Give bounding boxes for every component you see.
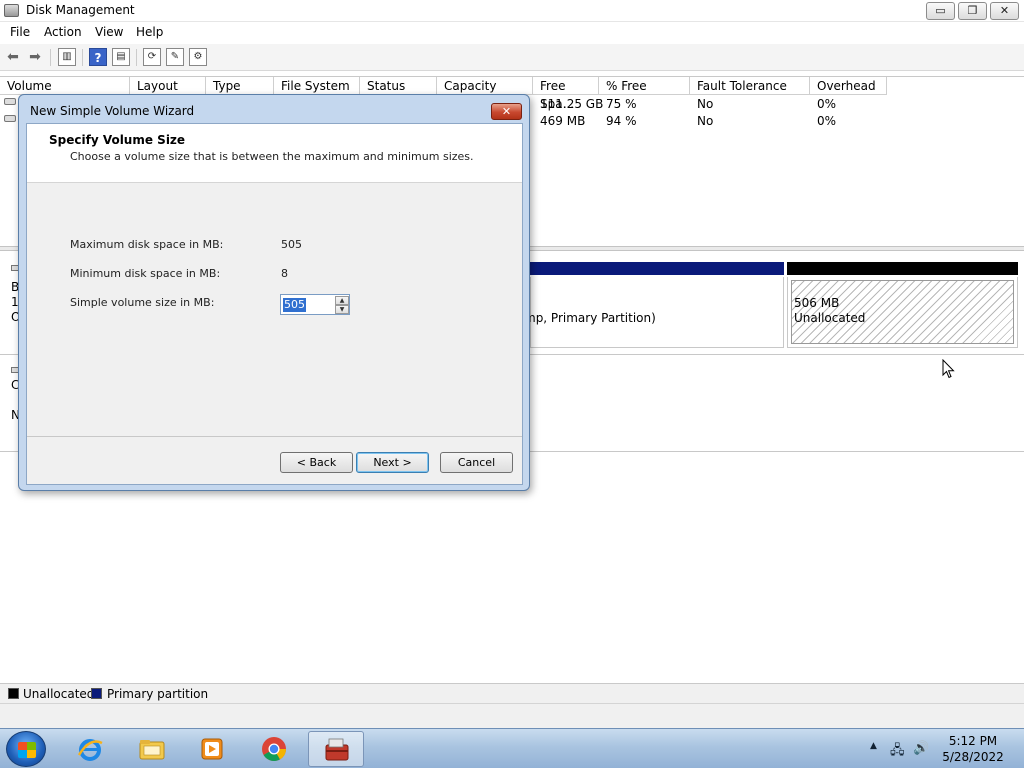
clock-date: 5/28/2022 (942, 750, 1004, 764)
column-volume[interactable]: Volume (0, 77, 130, 95)
menu-help[interactable]: Help (136, 25, 163, 39)
legend: Unallocated Primary partition (0, 683, 1024, 703)
stepper-down-icon[interactable]: ▼ (335, 305, 349, 314)
dialog-title: New Simple Volume Wizard (30, 104, 195, 118)
stepper-up-icon[interactable]: ▲ (335, 296, 349, 305)
dialog-client-area: Specify Volume Size Choose a volume size… (26, 123, 523, 485)
column-percent-free[interactable]: % Free (599, 77, 690, 95)
menu-bar: File Action View Help (0, 22, 1024, 43)
drive-icon (4, 98, 16, 105)
row2-free-space: 469 MB (540, 114, 586, 128)
taskbar-file-explorer[interactable] (124, 731, 180, 767)
chrome-icon (262, 737, 286, 762)
menu-view[interactable]: View (95, 25, 123, 39)
window-titlebar: Disk Management ▭ ❐ ✕ (0, 0, 1024, 22)
computer-management-icon (325, 738, 349, 761)
clock-time: 5:12 PM (948, 734, 998, 748)
row1-free-space: 111.25 GB (540, 97, 604, 111)
taskbar-chrome[interactable] (246, 731, 302, 767)
row1-overhead: 0% (817, 97, 837, 111)
minimize-button[interactable]: ▭ (926, 2, 955, 20)
column-fault-tolerance[interactable]: Fault Tolerance (690, 77, 810, 95)
legend-primary-label: Primary partition (107, 687, 209, 701)
window-title: Disk Management (26, 3, 135, 17)
maximize-button[interactable]: ❐ (958, 2, 987, 20)
volume-icon[interactable]: 🔊 (913, 741, 929, 756)
column-type[interactable]: Type (206, 77, 274, 95)
dialog-close-button[interactable]: ✕ (491, 103, 522, 120)
forward-arrow-icon[interactable]: ➡ (26, 48, 44, 66)
media-player-icon (201, 738, 223, 760)
taskbar: ▲ 🖧 🔊 5:12 PM 5/28/2022 (0, 728, 1024, 768)
legend-unallocated-label: Unallocated (23, 687, 95, 701)
column-free-space[interactable]: Free Spa... (533, 77, 599, 111)
taskbar-media-player[interactable] (184, 731, 240, 767)
legend-primary-swatch (91, 688, 102, 699)
min-disk-space-label: Minimum disk space in MB: (70, 267, 221, 280)
primary-partition-block[interactable]: mp, Primary Partition) (524, 277, 784, 348)
disk-management-app-icon (4, 4, 19, 17)
toolbar: ⬅ ➡ ▥ ? ▤ ⟳ ✎ ⚙ (0, 44, 1024, 71)
taskbar-computer-management[interactable] (308, 731, 364, 767)
cancel-button[interactable]: Cancel (440, 452, 513, 473)
row1-percent-free: 75 % (606, 97, 637, 111)
toolbar-separator (82, 49, 83, 66)
max-disk-space-value: 505 (281, 238, 302, 251)
max-disk-space-label: Maximum disk space in MB: (70, 238, 224, 251)
toolbar-separator (50, 49, 51, 66)
properties-icon[interactable]: ✎ (166, 48, 184, 66)
next-button[interactable]: Next > (356, 452, 429, 473)
start-button[interactable] (6, 731, 46, 767)
column-overhead[interactable]: Overhead (810, 77, 887, 95)
file-explorer-icon (139, 740, 165, 760)
mouse-cursor-icon (942, 359, 955, 379)
unallocated-label: Unallocated (794, 311, 866, 325)
properties-pane-icon[interactable]: ▤ (112, 48, 130, 66)
settings-icon[interactable]: ⚙ (189, 48, 207, 66)
step-title: Specify Volume Size (49, 133, 186, 147)
legend-unallocated-swatch (8, 688, 19, 699)
column-status[interactable]: Status (360, 77, 437, 95)
row2-percent-free: 94 % (606, 114, 637, 128)
menu-action[interactable]: Action (44, 25, 82, 39)
windows-logo-icon (18, 742, 36, 758)
min-disk-space-value: 8 (281, 267, 288, 280)
step-subtitle: Choose a volume size that is between the… (70, 150, 474, 163)
volume-size-input[interactable]: 505 (283, 298, 306, 312)
taskbar-internet-explorer[interactable] (62, 731, 118, 767)
volume-size-label: Simple volume size in MB: (70, 296, 215, 309)
show-hide-tree-icon[interactable]: ▥ (58, 48, 76, 66)
unallocated-bar (787, 262, 1018, 275)
new-simple-volume-wizard: New Simple Volume Wizard ✕ Specify Volum… (18, 94, 530, 491)
internet-explorer-icon (77, 739, 103, 761)
menu-file[interactable]: File (10, 25, 30, 39)
dialog-footer-divider (27, 436, 522, 437)
network-icon[interactable]: 🖧 (890, 741, 905, 763)
clock[interactable]: 5:12 PM 5/28/2022 (930, 733, 1016, 765)
refresh-icon[interactable]: ⟳ (143, 48, 161, 66)
show-hidden-icons-icon[interactable]: ▲ (870, 741, 877, 751)
drive-icon (4, 115, 16, 122)
status-bar (0, 703, 1024, 728)
close-button[interactable]: ✕ (990, 2, 1019, 20)
dialog-header: Specify Volume Size Choose a volume size… (27, 124, 522, 183)
primary-partition-text: mp, Primary Partition) (524, 311, 656, 325)
unallocated-block[interactable]: 506 MB Unallocated (787, 277, 1018, 348)
row2-overhead: 0% (817, 114, 837, 128)
back-button[interactable]: < Back (280, 452, 353, 473)
row1-fault-tolerance: No (697, 97, 714, 111)
column-file-system[interactable]: File System (274, 77, 360, 95)
column-layout[interactable]: Layout (130, 77, 206, 95)
column-capacity[interactable]: Capacity (437, 77, 533, 95)
primary-partition-bar (530, 262, 784, 275)
unallocated-size: 506 MB (794, 296, 840, 310)
volume-size-stepper[interactable]: 505 ▲ ▼ (280, 294, 350, 315)
back-arrow-icon[interactable]: ⬅ (4, 48, 22, 66)
toolbar-separator (136, 49, 137, 66)
row2-fault-tolerance: No (697, 114, 714, 128)
help-icon[interactable]: ? (89, 48, 107, 66)
